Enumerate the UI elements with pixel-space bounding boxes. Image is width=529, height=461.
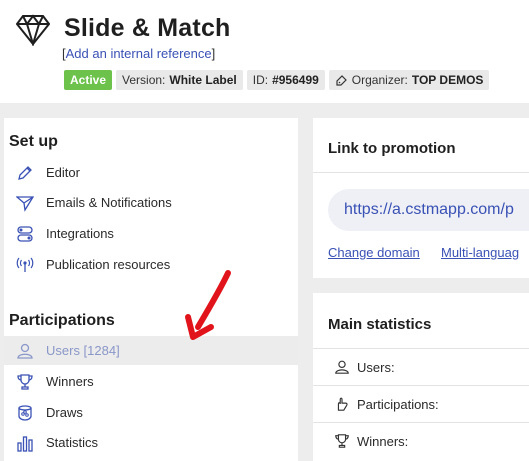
version-label: Version: <box>122 73 166 87</box>
broadcast-icon <box>13 255 37 275</box>
participations-section-title: Participations <box>9 312 115 329</box>
main-statistics-title: Main statistics <box>328 316 432 333</box>
nav-item-emails-notifications[interactable]: Emails & Notifications <box>4 188 298 217</box>
link-to-promotion-title: Link to promotion <box>328 140 456 157</box>
paper-plane-icon <box>13 193 37 213</box>
nav-item-publication-resources[interactable]: Publication resources <box>4 250 298 279</box>
main-statistics-card: Main statistics Users: Participations: W… <box>313 293 529 461</box>
user-icon <box>333 358 351 376</box>
stat-row-users: Users: <box>313 348 529 385</box>
link-to-promotion-card: Link to promotion https://a.cstmapp.com/… <box>313 118 529 278</box>
id-badge: ID: #956499 <box>246 70 325 90</box>
nav-item-label: Integrations <box>46 226 114 241</box>
trophy-icon <box>13 372 37 392</box>
promotion-header: Slide & Match [Add an internal reference… <box>0 0 529 103</box>
nav-item-label: Editor <box>46 165 80 180</box>
promotion-url-field[interactable]: https://a.cstmapp.com/p <box>328 189 529 231</box>
tag-icon <box>336 74 347 86</box>
stat-label: Users: <box>357 359 395 375</box>
status-badge: Active <box>64 70 113 90</box>
nav-item-editor[interactable]: Editor <box>4 158 298 187</box>
toggles-icon <box>13 224 37 244</box>
diamond-icon <box>16 14 50 46</box>
nav-item-label: Emails & Notifications <box>46 195 172 210</box>
nav-item-statistics[interactable]: Statistics <box>4 428 298 457</box>
setup-section-title: Set up <box>9 133 58 150</box>
nav-item-label: Publication resources <box>46 257 171 272</box>
nav-item-draws[interactable]: Draws <box>4 398 298 427</box>
multi-language-link[interactable]: Multi-languag <box>441 245 519 260</box>
add-internal-reference-link[interactable]: Add an internal reference <box>66 46 212 61</box>
pencil-icon <box>13 163 37 183</box>
card-divider <box>313 172 529 173</box>
nav-item-integrations[interactable]: Integrations <box>4 219 298 248</box>
page-title: Slide & Match <box>64 14 231 42</box>
stat-label: Participations: <box>357 396 439 412</box>
change-domain-link[interactable]: Change domain <box>328 245 420 260</box>
nav-item-label: Statistics <box>46 435 99 450</box>
organizer-label: Organizer: <box>351 73 408 87</box>
stat-label: Winners: <box>357 433 409 449</box>
id-label: ID: <box>252 73 269 87</box>
nav-item-label: Winners <box>46 374 94 389</box>
draw-bowl-icon <box>13 403 37 423</box>
stat-row-winners: Winners: <box>313 422 529 459</box>
nav-item-label: Users [1284] <box>46 343 120 358</box>
id-value: #956499 <box>272 73 319 87</box>
trophy-icon <box>333 432 351 450</box>
internal-reference: [Add an internal reference] <box>62 46 215 61</box>
bar-chart-icon <box>13 433 37 453</box>
stat-row-participations: Participations: <box>313 385 529 422</box>
user-icon <box>13 341 37 361</box>
nav-item-winners[interactable]: Winners <box>4 367 298 396</box>
left-nav-panel: Set up Editor Emails & Notifications Int… <box>4 118 298 461</box>
version-value: White Label <box>169 73 237 87</box>
badge-row: Active Version: White Label ID: #956499 … <box>64 70 490 90</box>
nav-item-label: Draws <box>46 405 83 420</box>
ref-bracket-close: ] <box>211 46 216 61</box>
organizer-value: TOP DEMOS <box>411 73 484 87</box>
organizer-badge: Organizer: TOP DEMOS <box>328 70 490 90</box>
nav-item-users[interactable]: Users [1284] <box>4 336 298 365</box>
annotation-arrow-icon <box>185 270 231 340</box>
hand-icon <box>333 395 351 413</box>
version-badge: Version: White Label <box>116 70 243 90</box>
